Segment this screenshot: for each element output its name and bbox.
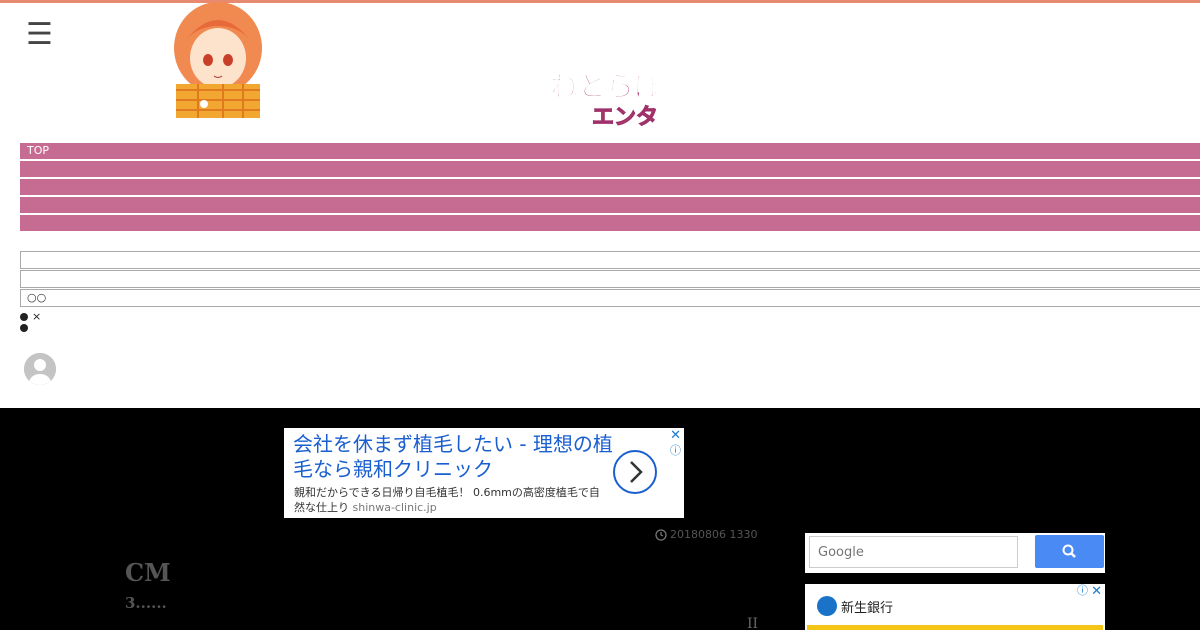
ad-close-icon[interactable]: ✕ [1091, 585, 1102, 599]
post-date-text: 20180806 1330 [670, 528, 758, 541]
bank-logo-icon [817, 596, 837, 616]
article-title: CM [125, 558, 171, 587]
bullet-dot-icon [20, 324, 28, 332]
sub-nav-item-3[interactable]: ○○ [20, 289, 1200, 307]
article-subtitle: 3...... [125, 594, 167, 612]
sub-nav-item-2[interactable] [20, 270, 1200, 288]
nav-item-3[interactable] [20, 179, 1200, 197]
chevron-right-icon[interactable] [613, 450, 657, 494]
mascot-image [168, 0, 268, 118]
clock-icon [655, 528, 667, 541]
main-nav: TOP [20, 143, 1200, 233]
site-search [805, 533, 1105, 573]
nav-item-top[interactable]: TOP [20, 143, 1200, 161]
bullet-dot-icon [20, 313, 28, 321]
nav-item-5[interactable] [20, 215, 1200, 233]
post-date: 20180806 1330 [655, 528, 757, 541]
ad-info-icon[interactable]: ⓘ [670, 445, 681, 457]
ad-info-icon[interactable]: ⓘ [1077, 585, 1088, 597]
ad-brand-name[interactable]: 新生銀行 [841, 597, 893, 616]
ad-close-icon[interactable]: ✕ [670, 429, 681, 443]
sub-nav-item-1[interactable] [20, 251, 1200, 269]
sub-nav: ○○ [20, 251, 1200, 308]
user-avatar-icon[interactable] [24, 353, 56, 385]
ad-banner-side[interactable]: 新生銀行 ✕ ⓘ [805, 584, 1105, 630]
site-logo[interactable]: ねとらぼ エンタ [546, 66, 664, 132]
ad-image-strip [807, 625, 1103, 630]
logo-text-top: ねとらぼ [550, 70, 656, 103]
logo-text-bottom: エンタ [592, 105, 656, 130]
bullet-text-1: × [32, 310, 42, 323]
ad-url[interactable]: shinwa-clinic.jp [353, 501, 437, 514]
bullet-item-2[interactable] [20, 324, 41, 332]
ad-headline[interactable]: 会社を休まず植毛したい - 理想の植毛なら親和クリニック [293, 432, 613, 482]
nav-item-4[interactable] [20, 197, 1200, 215]
ad-description-text: 親和だからできる日帰り自毛植毛！ 0.6mmの高密度植毛で自然な仕上り [294, 486, 600, 514]
bullet-item-1[interactable]: × [20, 310, 41, 324]
search-icon [1062, 544, 1076, 558]
ad-banner-top[interactable]: 会社を休まず植毛したい - 理想の植毛なら親和クリニック 親和だからできる日帰り… [284, 428, 684, 518]
search-input[interactable] [809, 536, 1018, 568]
nav-item-2[interactable] [20, 161, 1200, 179]
hamburger-menu-icon[interactable]: ☰ [26, 20, 53, 50]
ad-description: 親和だからできる日帰り自毛植毛！ 0.6mmの高密度植毛で自然な仕上り shin… [294, 485, 604, 515]
search-button[interactable] [1035, 535, 1104, 568]
bullet-list: × [20, 310, 41, 332]
